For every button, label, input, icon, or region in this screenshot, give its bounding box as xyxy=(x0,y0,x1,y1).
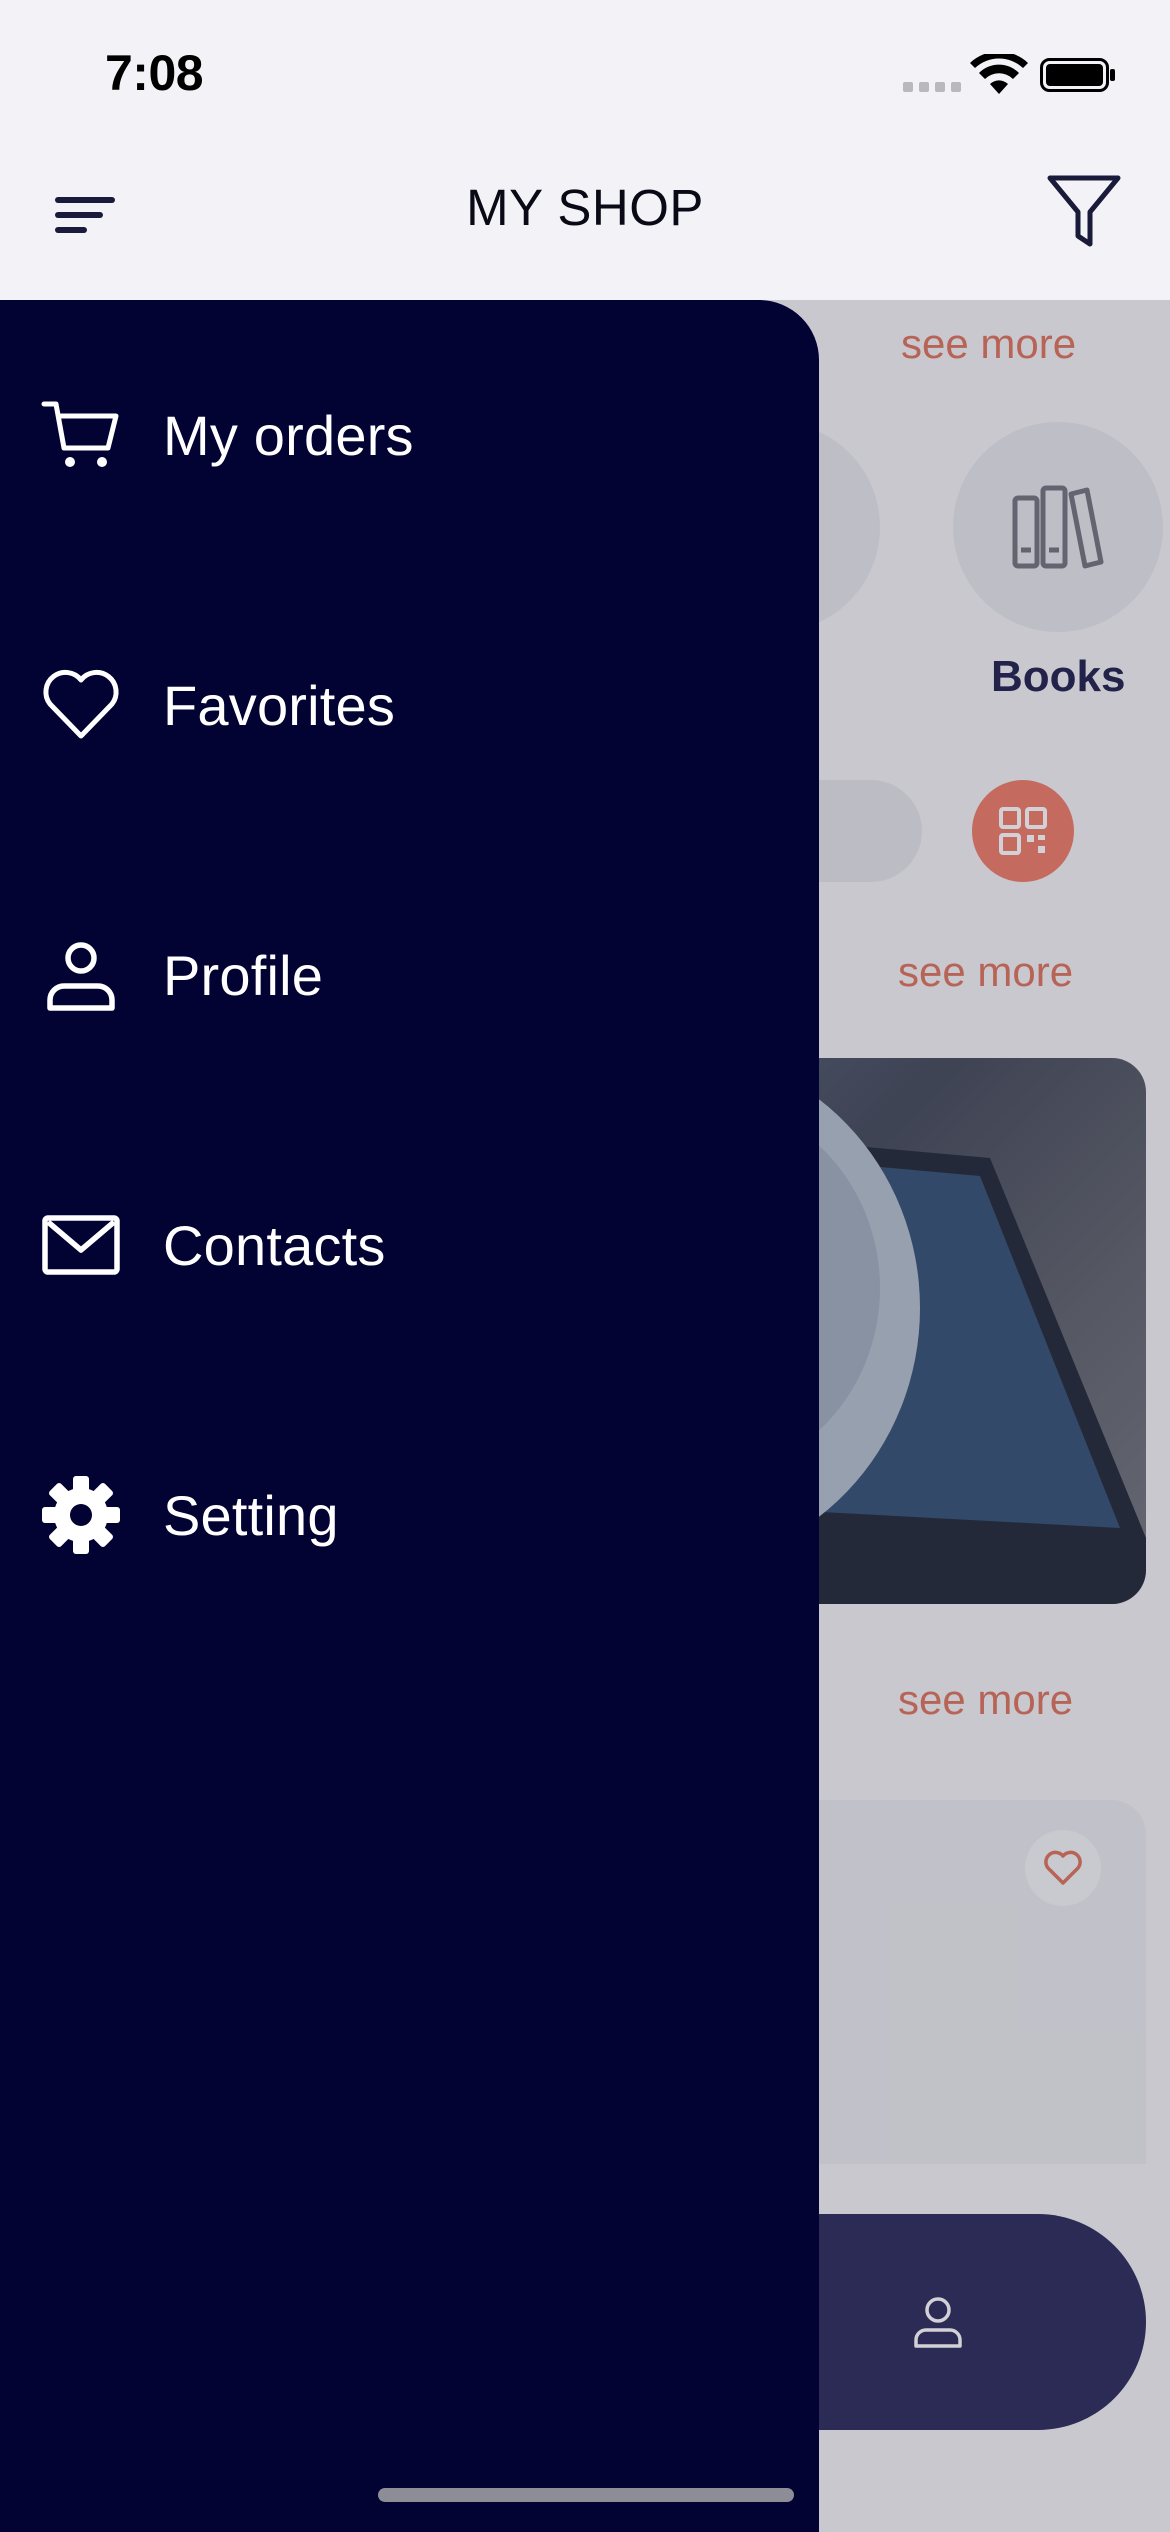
cellular-signal-icon xyxy=(903,82,961,92)
heart-icon xyxy=(43,669,119,739)
page-title: MY SHOP xyxy=(466,179,704,236)
drawer-item-profile[interactable]: Profile xyxy=(0,900,819,1050)
home-indicator[interactable] xyxy=(378,2488,794,2502)
status-bar: 7:08 xyxy=(0,0,1170,150)
drawer-item-label: Contacts xyxy=(163,1213,386,1277)
drawer-item-setting[interactable]: Setting xyxy=(0,1440,819,1590)
app-header: MY SHOP xyxy=(0,150,1170,300)
navigation-drawer: My orders Favorites Profile Contacts Set… xyxy=(0,300,819,2532)
drawer-item-label: Setting xyxy=(163,1483,339,1547)
drawer-item-my-orders[interactable]: My orders xyxy=(0,360,819,510)
drawer-item-label: My orders xyxy=(163,403,414,467)
cart-icon xyxy=(41,401,119,467)
drawer-item-label: Favorites xyxy=(163,673,396,737)
drawer-item-contacts[interactable]: Contacts xyxy=(0,1170,819,1320)
drawer-item-favorites[interactable]: Favorites xyxy=(0,630,819,780)
filter-icon[interactable] xyxy=(1044,168,1124,252)
status-time: 7:08 xyxy=(105,45,204,101)
battery-icon xyxy=(1040,58,1115,92)
drawer-item-label: Profile xyxy=(163,943,324,1007)
wifi-icon xyxy=(970,54,1028,94)
mail-icon xyxy=(42,1215,120,1275)
gear-icon xyxy=(42,1476,120,1554)
person-icon xyxy=(47,942,115,1011)
